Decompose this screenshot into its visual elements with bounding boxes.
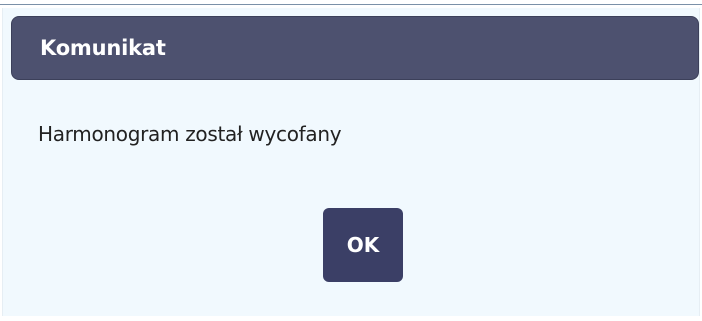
top-divider [0, 4, 702, 5]
dialog-message: Harmonogram został wycofany [38, 122, 342, 146]
message-dialog: Komunikat Harmonogram został wycofany OK [2, 8, 700, 316]
dialog-title: Komunikat [40, 36, 166, 60]
dialog-header: Komunikat [11, 16, 699, 80]
ok-button[interactable]: OK [323, 208, 403, 282]
